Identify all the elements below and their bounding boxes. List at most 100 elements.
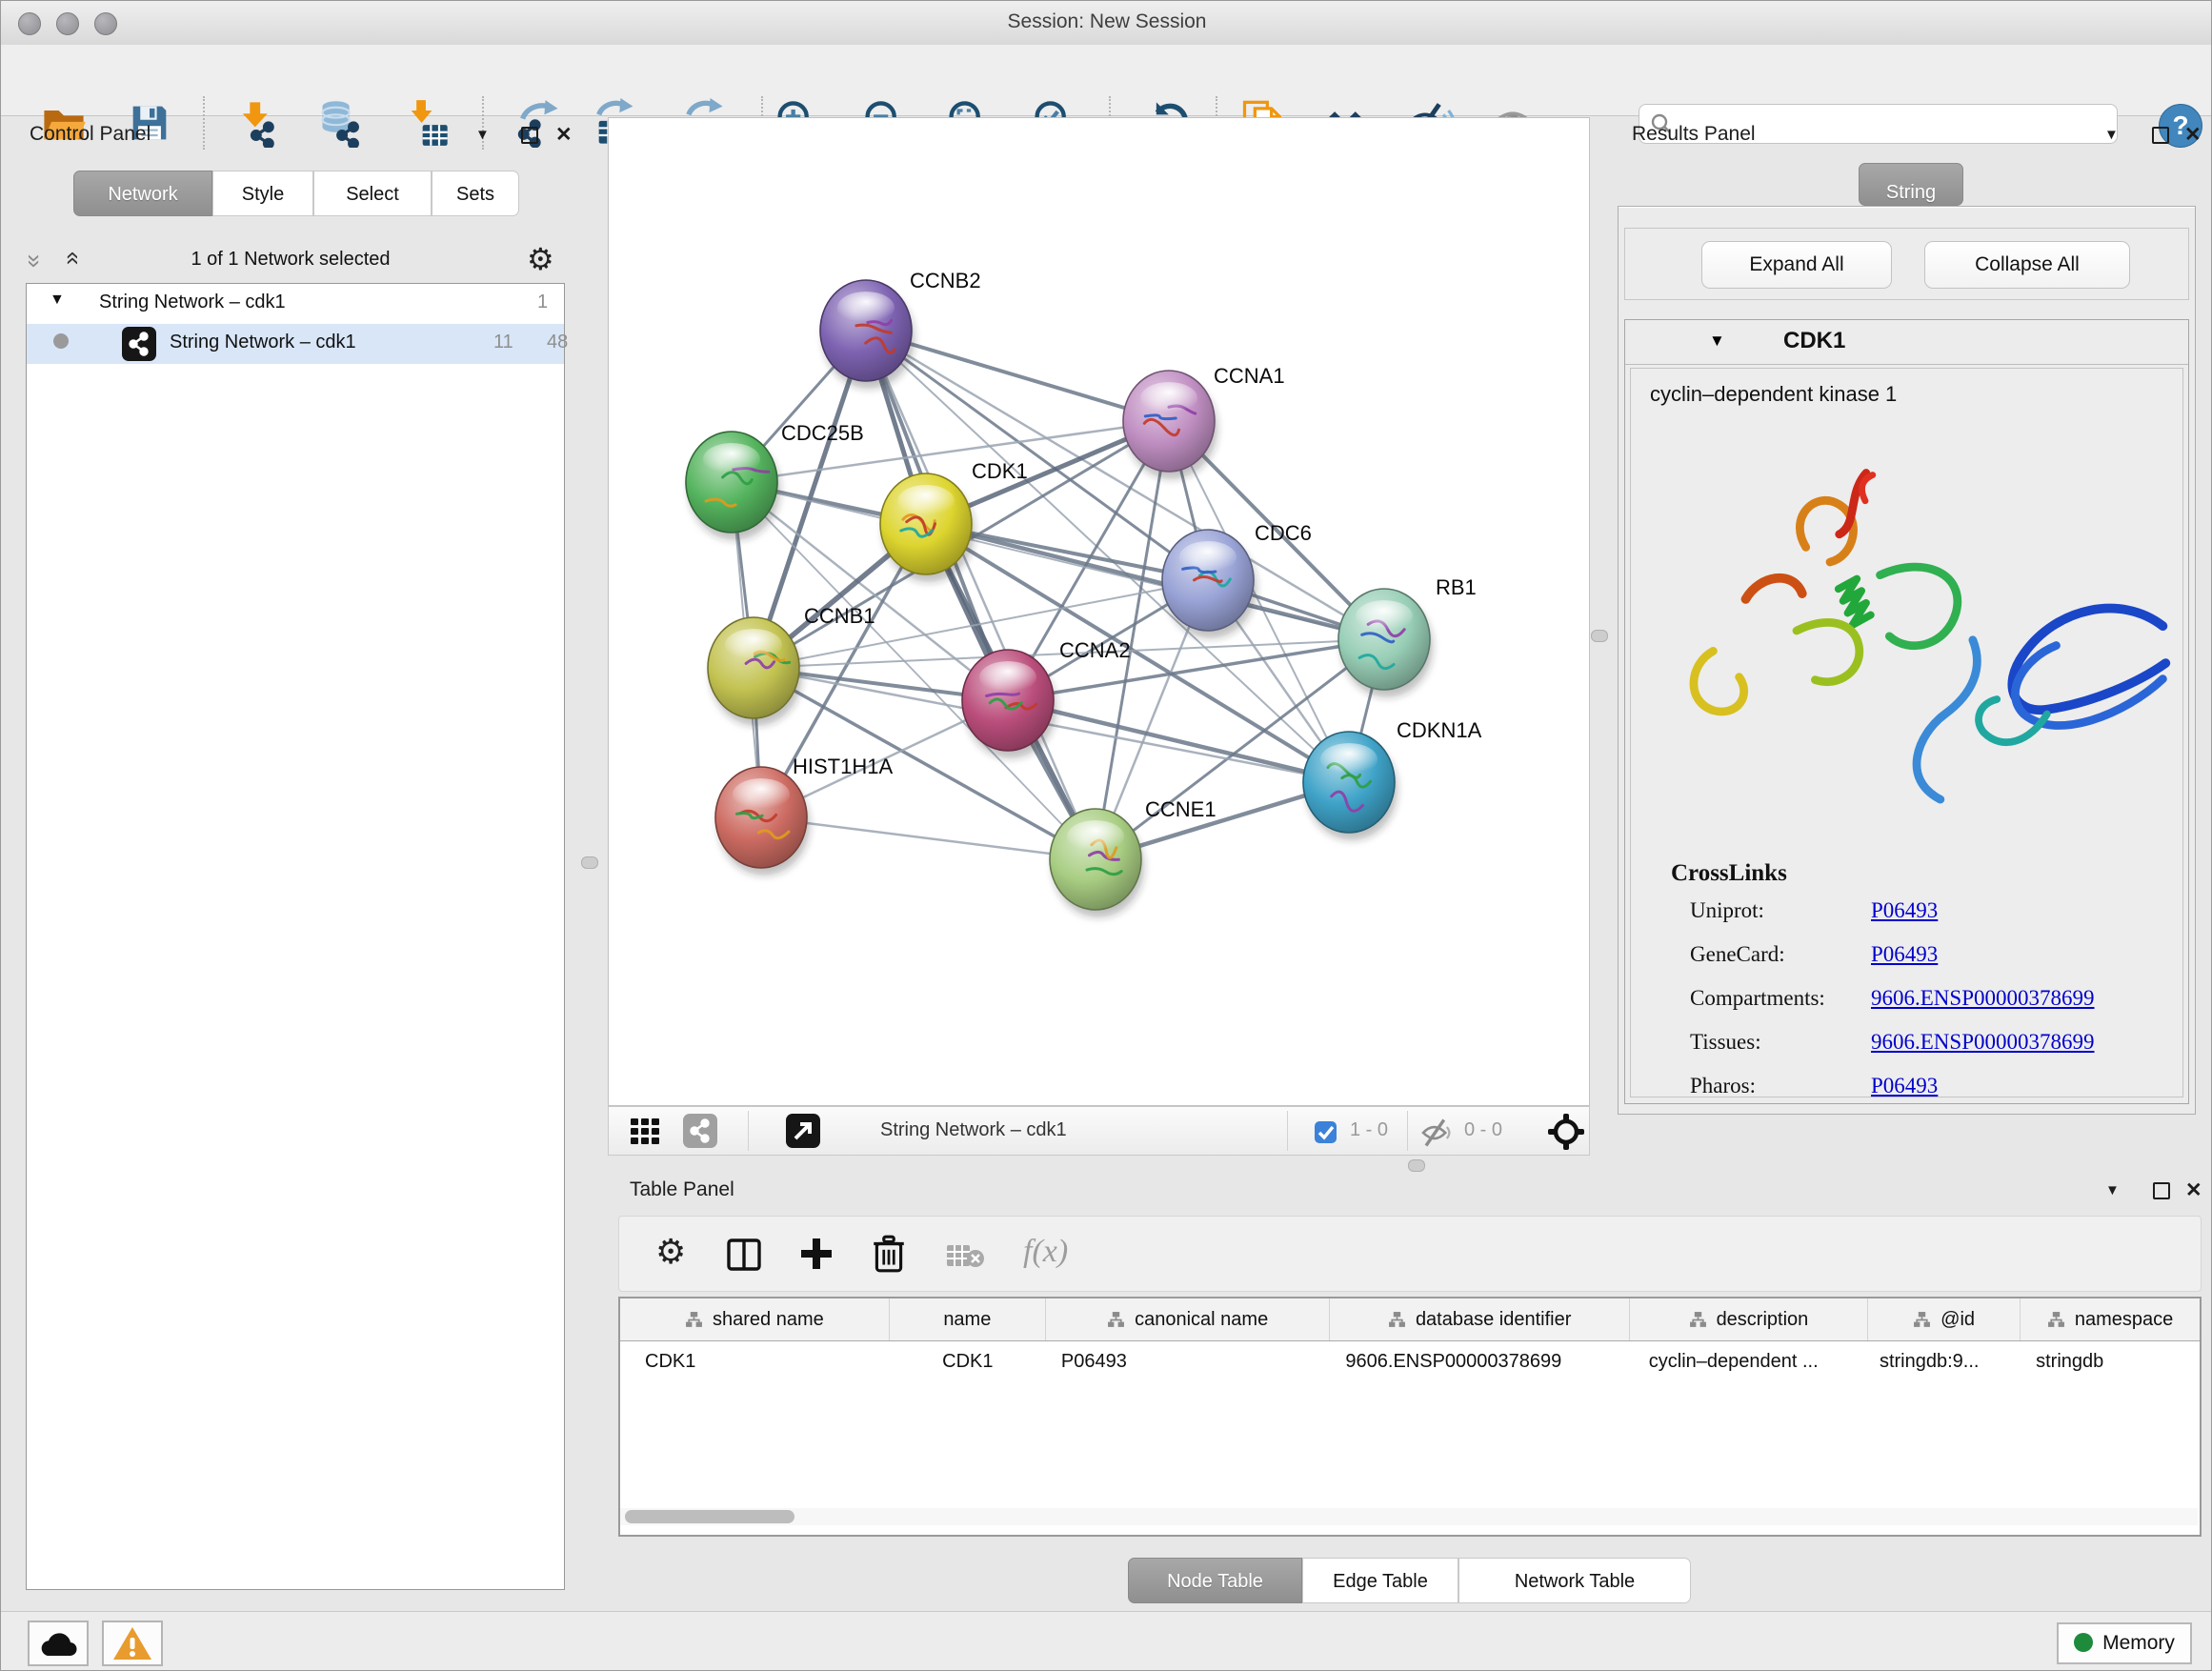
collapse-all-icon[interactable]: » (20, 254, 50, 265)
memory-status-dot (2074, 1633, 2093, 1652)
application-window: Session: New Session (0, 0, 2212, 1671)
memory-label: Memory (2102, 1632, 2175, 1654)
collapse-section-icon[interactable]: ▼ (1709, 332, 1725, 351)
navigator-crosshair-icon[interactable] (1546, 1112, 1586, 1152)
cloud-icon (37, 1627, 79, 1660)
panel-menu-icon[interactable]: ▼ (2105, 1182, 2120, 1198)
node-count: 11 (493, 332, 513, 353)
delete-column-trash-icon[interactable] (871, 1234, 907, 1274)
hierarchy-icon (1107, 1311, 1125, 1329)
table-row[interactable]: CDK1 CDK1 P06493 9606.ENSP00000378699 cy… (620, 1341, 2200, 1381)
network-label: String Network – cdk1 (170, 332, 356, 353)
tab-sets[interactable]: Sets (432, 171, 519, 216)
panel-close-icon[interactable]: ✕ (555, 123, 573, 147)
crosslink-link[interactable]: P06493 (1871, 898, 1938, 923)
table-panel-title: Table Panel (630, 1178, 734, 1201)
gene-section-header[interactable]: ▼ CDK1 (1625, 320, 2188, 365)
network-canvas-svg: CCNB2CCNA1CDC25BCDK1CDC6RB1CCNB1CCNA2CDK… (609, 118, 1589, 1105)
tab-style[interactable]: Style (212, 171, 313, 216)
tab-string[interactable]: String (1859, 163, 1963, 206)
tab-network[interactable]: Network (73, 171, 212, 216)
panel-menu-icon[interactable]: ▼ (475, 127, 490, 143)
collapse-all-button[interactable]: Collapse All (1924, 241, 2130, 289)
network-node[interactable] (820, 280, 915, 389)
tab-node-table[interactable]: Node Table (1128, 1558, 1302, 1603)
hierarchy-icon (2047, 1311, 2065, 1329)
column-header[interactable]: name (890, 1299, 1046, 1340)
control-panel-title: Control Panel (30, 123, 151, 146)
control-panel: Control Panel ▼ ✕ Network Style Select S… (10, 115, 571, 1601)
panel-float-icon[interactable] (521, 127, 538, 144)
column-header[interactable]: database identifier (1330, 1299, 1629, 1340)
cloud-status-button[interactable] (28, 1621, 89, 1666)
tab-select[interactable]: Select (313, 171, 432, 216)
network-node[interactable] (1123, 371, 1217, 479)
table-header-row: shared name name canonical name database… (620, 1299, 2200, 1341)
left-divider-handle[interactable] (581, 856, 598, 869)
network-edge[interactable] (761, 817, 1096, 859)
panel-menu-icon[interactable]: ▼ (2104, 127, 2119, 143)
column-header[interactable]: @id (1868, 1299, 2021, 1340)
crosslink-label: Compartments: (1690, 986, 1825, 1010)
crosslink-link[interactable]: 9606.ENSP00000378699 (1871, 1030, 2095, 1055)
crosslink-label: GeneCard: (1690, 942, 1785, 966)
network-options-gear-icon[interactable]: ⚙ (527, 245, 554, 273)
memory-button[interactable]: Memory (2057, 1622, 2192, 1664)
crosslink-link[interactable]: 9606.ENSP00000378699 (1871, 986, 2095, 1011)
network-row-selected[interactable]: String Network – cdk1 11 48 (27, 324, 564, 364)
network-edge[interactable] (866, 331, 1096, 859)
cell-id: stringdb:9... (1868, 1341, 2021, 1381)
network-node[interactable] (1338, 589, 1433, 697)
network-node[interactable] (1303, 732, 1398, 840)
selected-checkbox-icon[interactable] (1314, 1120, 1337, 1144)
network-edge[interactable] (1008, 700, 1349, 782)
grid-view-icon[interactable] (630, 1117, 660, 1146)
scrollbar-handle[interactable] (625, 1510, 794, 1523)
expand-all-button[interactable]: Expand All (1701, 241, 1892, 289)
network-node[interactable] (708, 617, 802, 726)
edge-count: 48 (547, 332, 568, 353)
network-collection-row[interactable]: ▼ String Network – cdk1 1 (27, 284, 564, 324)
crosslink-link[interactable]: P06493 (1871, 1074, 1938, 1098)
node-table: shared name name canonical name database… (618, 1297, 2202, 1537)
network-view[interactable]: CCNB2CCNA1CDC25BCDK1CDC6RB1CCNB1CCNA2CDK… (608, 117, 1590, 1106)
network-node[interactable] (1050, 809, 1144, 917)
column-header[interactable]: description (1630, 1299, 1868, 1340)
network-share-icon[interactable] (683, 1114, 717, 1148)
panel-float-icon[interactable] (2152, 127, 2169, 144)
hierarchy-icon (1689, 1311, 1707, 1329)
network-node-label: CDK1 (972, 459, 1028, 483)
right-divider-handle[interactable] (1591, 630, 1608, 642)
expand-all-icon[interactable]: » (56, 254, 86, 265)
separator (1287, 1111, 1288, 1151)
horizontal-divider-handle[interactable] (1408, 1159, 1425, 1172)
add-column-icon[interactable] (798, 1236, 835, 1272)
network-node[interactable] (880, 473, 975, 582)
hierarchy-icon (1913, 1311, 1931, 1329)
panel-close-icon[interactable]: ✕ (2184, 123, 2202, 147)
network-node[interactable] (962, 650, 1056, 758)
panel-close-icon[interactable]: ✕ (2185, 1178, 2202, 1202)
table-horizontal-scrollbar[interactable] (620, 1508, 2198, 1525)
tab-network-table[interactable]: Network Table (1458, 1558, 1691, 1603)
tab-edge-table[interactable]: Edge Table (1302, 1558, 1458, 1603)
gene-section: ▼ CDK1 cyclin–dependent kinase 1 (1624, 319, 2189, 1104)
network-node-label: CCNE1 (1145, 797, 1217, 821)
gene-description: cyclin–dependent kinase 1 (1650, 382, 1897, 407)
table-options-gear-icon[interactable]: ⚙ (655, 1238, 686, 1266)
network-node-label: CCNB2 (910, 269, 981, 292)
protein-structure-image (1658, 426, 2177, 836)
tree-expand-icon[interactable]: ▼ (50, 292, 65, 309)
column-header[interactable]: canonical name (1046, 1299, 1331, 1340)
crosslink-link[interactable]: P06493 (1871, 942, 1938, 967)
panel-float-icon[interactable] (2153, 1182, 2170, 1199)
show-columns-icon[interactable] (726, 1238, 762, 1272)
column-header[interactable]: shared name (620, 1299, 890, 1340)
column-header[interactable]: namespace (2021, 1299, 2200, 1340)
network-node[interactable] (686, 432, 780, 540)
collection-count: 1 (537, 292, 548, 313)
warnings-button[interactable] (102, 1621, 163, 1666)
network-node[interactable] (715, 767, 810, 876)
network-node-label: CDC6 (1255, 521, 1312, 545)
open-in-window-icon[interactable] (786, 1114, 820, 1148)
